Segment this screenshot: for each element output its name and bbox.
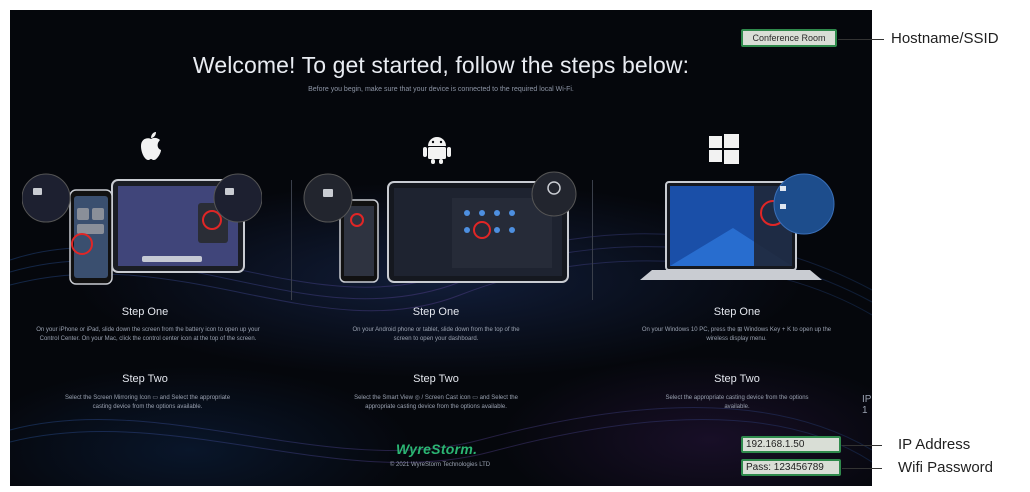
windows-step-two-text: Select the appropriate casting device fr… xyxy=(665,395,809,410)
wifi-callout-line xyxy=(842,468,882,469)
wifi-password-badge: Pass: 123456789 xyxy=(741,459,841,476)
welcome-title: Welcome! To get started, follow the step… xyxy=(192,52,690,78)
wifi-callout-label: Wifi Password xyxy=(898,459,994,476)
hostname-callout-line xyxy=(838,39,884,40)
android-icon xyxy=(423,137,451,164)
apple-step-one-title: Step One xyxy=(121,306,169,318)
copyright-text: © 2021 WyreStorm Technologies LTD xyxy=(389,462,491,468)
apple-devices-illustration xyxy=(22,173,262,285)
windows-step-two-title: Step Two xyxy=(714,373,760,385)
android-step-one-title: Step One xyxy=(412,306,460,318)
ip-cut-text: IP 1 xyxy=(862,394,872,416)
apple-step-two-title: Step Two xyxy=(122,373,168,385)
apple-step-one-text: On your iPhone or iPad, slide down the s… xyxy=(36,327,260,342)
hostname-callout-label: Hostname/SSID xyxy=(891,30,999,47)
windows-step-one-title: Step One xyxy=(713,306,761,318)
android-step-two-title: Step Two xyxy=(413,373,459,385)
column-divider xyxy=(592,180,593,300)
apple-icon xyxy=(141,132,161,160)
column-divider xyxy=(291,180,292,300)
ip-address-badge: 192.168.1.50 xyxy=(741,436,841,453)
ip-callout-line xyxy=(842,445,882,446)
windows-step-one-text: On your Windows 10 PC, press the ⊞ Windo… xyxy=(641,327,832,342)
wifi-subtitle: Before you begin, make sure that your de… xyxy=(308,86,574,93)
android-step-two-text: Select the Smart View ◎ / Screen Cast ic… xyxy=(354,395,518,410)
windows-icon xyxy=(709,134,739,164)
ip-callout-label: IP Address xyxy=(898,436,971,453)
android-step-one-text: On your Android phone or tablet, slide d… xyxy=(352,327,520,342)
wyrestorm-logo: WyreStorm. xyxy=(396,441,478,457)
windows-laptop-illustration xyxy=(640,173,835,280)
android-devices-illustration xyxy=(303,171,577,283)
hostname-badge: Conference Room xyxy=(741,29,837,47)
apple-step-two-text: Select the Screen Mirroring Icon ▭ and S… xyxy=(64,395,231,410)
display-screen: Welcome! To get started, follow the step… xyxy=(10,10,872,486)
